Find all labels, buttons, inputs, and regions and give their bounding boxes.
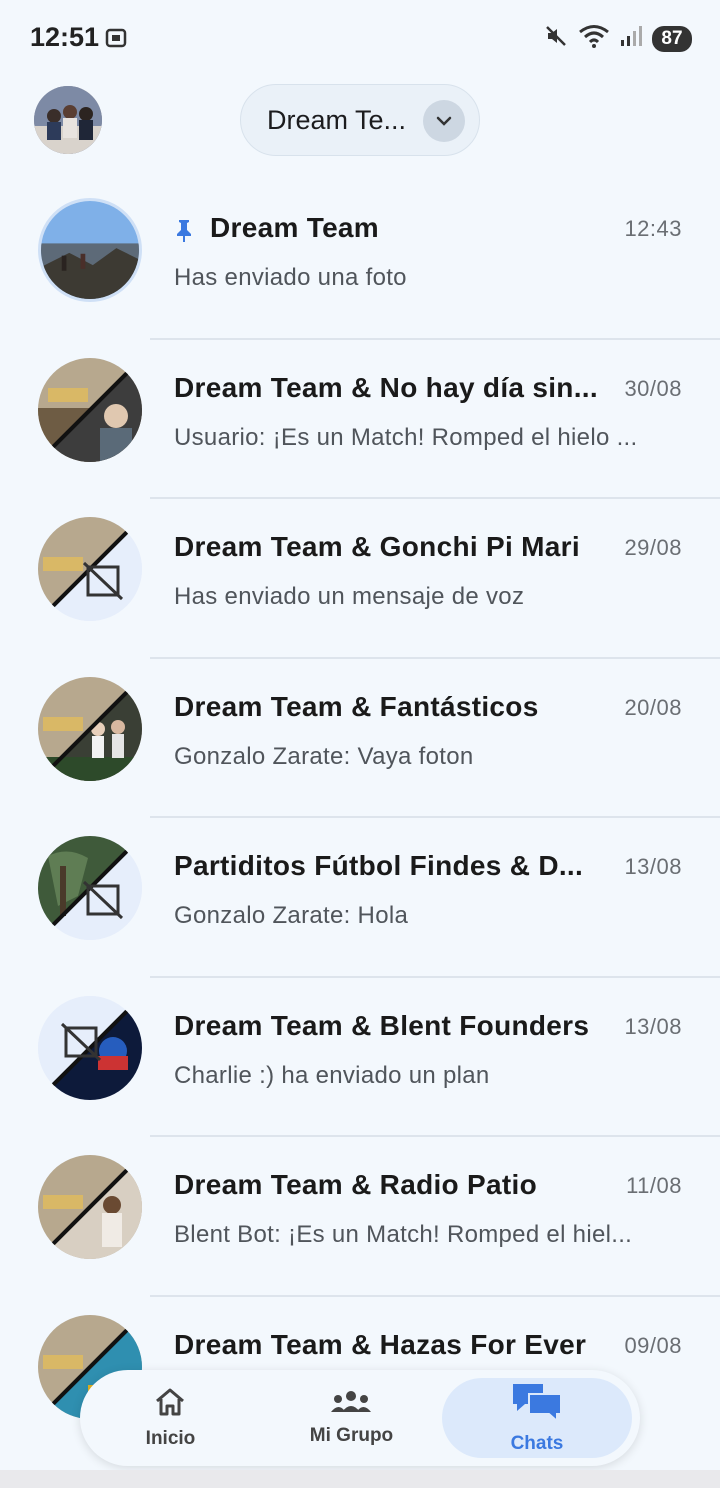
nav-label: Inicio [145, 1427, 196, 1449]
chat-title: Dream Team & Fantásticos [174, 690, 539, 722]
status-icons: 87 [544, 24, 692, 53]
chat-list: Dream Team 12:43 Has enviado una foto Dr… [0, 180, 720, 1456]
chat-avatar [38, 676, 142, 781]
screenshot-icon [104, 27, 128, 54]
chat-preview: Usuario: ¡Es un Match! Romped el hielo .… [174, 423, 638, 451]
group-icon [330, 1390, 372, 1419]
chat-avatar [38, 995, 142, 1100]
system-gesture-bar [0, 1470, 720, 1488]
nav-item-inicio[interactable]: Inicio [80, 1370, 261, 1466]
wifi-icon [578, 24, 610, 53]
status-time: 12:51 [30, 22, 100, 52]
mute-icon [544, 24, 568, 53]
chat-time: 13/08 [624, 1013, 682, 1039]
chat-time: 30/08 [624, 375, 682, 401]
nav-label: Chats [510, 1432, 564, 1454]
chat-row[interactable]: Dream Team & Gonchi Pi Mari 29/08 Has en… [0, 499, 720, 659]
chat-avatar [38, 198, 142, 302]
nav-label: Mi Grupo [309, 1424, 394, 1446]
chat-preview: Has enviado un mensaje de voz [174, 583, 525, 610]
chat-time: 11/08 [626, 1173, 682, 1198]
nav-item-chats[interactable]: Chats [441, 1378, 632, 1458]
home-icon [153, 1387, 187, 1422]
chat-avatar [38, 357, 142, 462]
chat-row[interactable]: Partiditos Fútbol Findes & D... 13/08 Go… [0, 818, 720, 978]
chat-avatar [38, 1155, 142, 1259]
chat-title: Dream Team [210, 212, 380, 243]
chat-time: 09/08 [624, 1332, 682, 1358]
chat-avatar [38, 836, 142, 940]
pin-icon [174, 218, 194, 247]
chat-preview: Blent Bot: ¡Es un Match! Romped el hiel.… [174, 1221, 633, 1248]
group-selector[interactable]: Dream Te... [240, 84, 480, 156]
chat-avatar [38, 517, 142, 621]
chat-title: Dream Team & Blent Founders [174, 1009, 590, 1041]
nav-item-mi-grupo[interactable]: Mi Grupo [261, 1370, 442, 1466]
group-selector-label: Dream Te... [267, 104, 407, 135]
chat-title: Dream Team & Radio Patio [174, 1169, 537, 1200]
chat-time: 12:43 [624, 216, 682, 241]
status-bar: 12:51 87 [0, 0, 720, 76]
chat-row[interactable]: Dream Team 12:43 Has enviado una foto [0, 180, 720, 340]
chat-preview: Gonzalo Zarate: Hola [174, 902, 409, 929]
chats-icon [511, 1382, 563, 1427]
chat-row[interactable]: Dream Team & No hay día sin... 30/08 Usu… [0, 340, 720, 499]
chevron-down-icon[interactable] [423, 100, 465, 142]
chat-row[interactable]: Dream Team & Radio Patio 11/08 Blent Bot… [0, 1137, 720, 1297]
chat-title: Dream Team & Gonchi Pi Mari [174, 531, 580, 562]
chat-time: 29/08 [624, 535, 682, 560]
profile-avatar[interactable] [34, 86, 102, 154]
chat-preview: Charlie :) ha enviado un plan [174, 1061, 490, 1089]
chat-preview: Has enviado una foto [174, 264, 407, 291]
battery-icon: 87 [652, 25, 692, 52]
chat-row[interactable]: Dream Team & Fantásticos 20/08 Gonzalo Z… [0, 659, 720, 818]
chat-title: Dream Team & Hazas For Ever [174, 1328, 587, 1360]
chat-title: Partiditos Fútbol Findes & D... [174, 850, 584, 881]
chat-preview: Gonzalo Zarate: Vaya foton [174, 742, 474, 770]
chat-time: 13/08 [624, 854, 682, 879]
bottom-nav: Inicio Mi Grupo Chats [80, 1370, 640, 1466]
signal-icon [620, 25, 642, 52]
chat-row[interactable]: Dream Team & Blent Founders 13/08 Charli… [0, 978, 720, 1137]
chat-title: Dream Team & No hay día sin... [174, 371, 598, 403]
chat-time: 20/08 [624, 694, 682, 720]
